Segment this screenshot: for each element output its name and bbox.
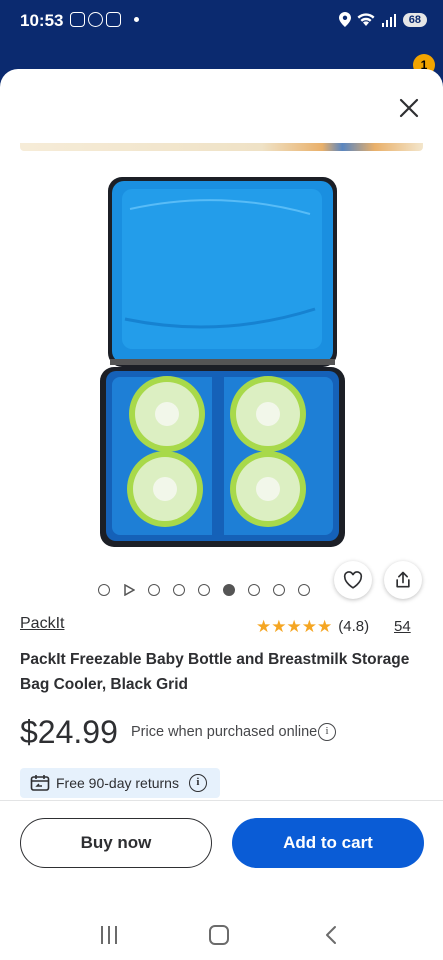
carousel-dot[interactable] — [223, 584, 235, 596]
battery-indicator: 68 — [402, 12, 427, 27]
star-icon: ★ — [317, 617, 333, 636]
returns-label: Free 90-day returns — [56, 775, 179, 791]
system-icons: 68 — [338, 12, 427, 27]
returns-info-icon[interactable]: i — [188, 774, 207, 792]
returns-calendar-icon — [30, 775, 50, 791]
close-button[interactable] — [397, 96, 421, 120]
notification-icons — [70, 12, 139, 27]
price-note: Price when purchased online — [131, 724, 318, 740]
review-count-link[interactable]: 54 — [394, 618, 411, 635]
star-icon: ★ — [256, 617, 272, 636]
star-icon: ★ — [286, 617, 302, 636]
back-button[interactable] — [322, 925, 342, 945]
home-button[interactable] — [209, 924, 230, 945]
share-button[interactable] — [384, 561, 422, 599]
system-nav-bar — [0, 909, 443, 960]
status-bar: 10:53 68 — [0, 0, 443, 40]
divider — [0, 800, 443, 801]
signal-icon — [381, 13, 396, 27]
star-icon: ★ — [301, 617, 317, 636]
add-to-cart-button[interactable]: Add to cart — [232, 818, 424, 868]
instagram-icon — [106, 12, 121, 27]
product-title: PackIt Freezable Baby Bottle and Breastm… — [20, 651, 410, 693]
carousel-dot[interactable] — [198, 584, 210, 596]
favorite-button[interactable] — [334, 561, 372, 599]
close-icon — [399, 98, 419, 118]
image-carousel-dots[interactable] — [98, 584, 310, 596]
carousel-dot[interactable] — [273, 584, 285, 596]
wifi-icon — [357, 12, 375, 26]
more-notifications-icon — [134, 17, 139, 22]
returns-badge[interactable]: Free 90-day returns i — [20, 768, 220, 798]
status-time: 10:53 — [20, 11, 64, 30]
share-icon — [396, 571, 410, 588]
carousel-dot[interactable] — [173, 584, 185, 596]
price-info-icon[interactable]: i — [318, 723, 336, 741]
buy-now-button[interactable]: Buy now — [20, 818, 212, 868]
carousel-dot[interactable] — [298, 584, 310, 596]
whatsapp-icon — [88, 12, 103, 27]
product-sheet: PackIt ★ ★ ★ ★ ★ (4.8) 54 PackIt Freezab… — [0, 69, 443, 960]
location-icon — [338, 12, 351, 27]
star-icon: ★ — [271, 617, 287, 636]
carousel-dot[interactable] — [98, 584, 110, 596]
screenshot-icon — [70, 12, 85, 27]
carousel-dot[interactable] — [148, 584, 160, 596]
product-image[interactable] — [100, 169, 345, 554]
video-play-icon[interactable] — [123, 584, 135, 596]
product-price: $24.99 — [20, 714, 118, 750]
heart-icon — [343, 571, 363, 589]
rating-stars[interactable]: ★ ★ ★ ★ ★ (4.8) — [256, 618, 369, 635]
brand-link[interactable]: PackIt — [20, 615, 64, 633]
carousel-dot[interactable] — [248, 584, 260, 596]
recent-apps-button[interactable] — [101, 925, 118, 944]
rating-value: (4.8) — [338, 618, 370, 635]
previous-image-strip — [20, 143, 423, 151]
